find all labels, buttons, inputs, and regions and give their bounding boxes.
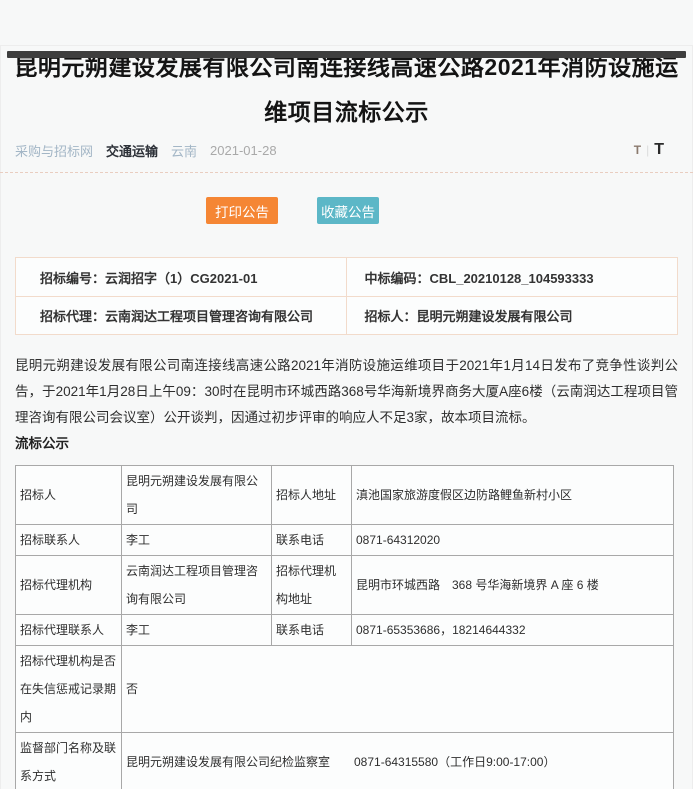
value-tenderee-address: 滇池国家旅游度假区边防路鲤鱼新村小区 (352, 466, 674, 525)
table-row: 监督部门名称及联系方式 昆明元朔建设发展有限公司纪检监察室 0871-64315… (16, 733, 674, 789)
label-agency-address: 招标代理机构地址 (272, 556, 352, 615)
label-contact-phone: 联系电话 (272, 525, 352, 556)
print-announcement-button[interactable]: 打印公告 (206, 197, 278, 224)
breadcrumb-category-link[interactable]: 交通运输 (106, 141, 158, 160)
label-agency-dishonesty-record: 招标代理机构是否在失信惩戒记录期内 (16, 646, 122, 733)
font-size-large-button[interactable]: T (654, 141, 664, 159)
value-tender-contact: 李工 (122, 525, 272, 556)
table-row: 招标联系人 李工 联系电话 0871-64312020 (16, 525, 674, 556)
font-size-controls: T | T (634, 141, 664, 159)
font-size-small-button[interactable]: T (634, 143, 641, 157)
announcement-paragraph: 昆明元朔建设发展有限公司南连接线高速公路2021年消防设施运维项目于2021年1… (15, 335, 678, 431)
breadcrumb-site-link[interactable]: 采购与招标网 (15, 141, 93, 160)
table-row: 招标代理联系人 李工 联系电话 0871-65353686，1821464433… (16, 615, 674, 646)
table-row: 招标代理机构 云南润达工程项目管理咨询有限公司 招标代理机构地址 昆明市环城西路… (16, 556, 674, 615)
label-agency-phone: 联系电话 (272, 615, 352, 646)
label-agency-contact: 招标代理联系人 (16, 615, 122, 646)
section-heading: 流标公示 (15, 431, 678, 457)
table-row: 招标代理机构是否在失信惩戒记录期内 否 (16, 646, 674, 733)
label-tender-contact: 招标联系人 (16, 525, 122, 556)
value-agency-dishonesty-record: 否 (122, 646, 674, 733)
tender-number: 招标编号：云润招字（1）CG2021-01 (16, 258, 347, 296)
page-title: 昆明元朔建设发展有限公司南连接线高速公路2021年消防设施运维项目流标公示 (12, 45, 681, 135)
value-agency-address: 昆明市环城西路 368 号华海新境界 A 座 6 楼 (352, 556, 674, 615)
value-supervision-department: 昆明元朔建设发展有限公司纪检监察室 0871-64315580（工作日9:00-… (122, 733, 674, 789)
publish-date: 2021-01-28 (210, 143, 277, 158)
value-agency-phone: 0871-65353686，18214644332 (352, 615, 674, 646)
toolbar: 打印公告 收藏公告 (0, 173, 693, 224)
breadcrumb: 采购与招标网 交通运输 云南 2021-01-28 T | T (15, 141, 678, 159)
top-dark-bar (7, 51, 686, 58)
table-row: 招标代理：云南润达工程项目管理咨询有限公司 招标人：昆明元朔建设发展有限公司 (16, 296, 677, 334)
win-bid-code: 中标编码：CBL_20210128_104593333 (347, 258, 678, 296)
favorite-announcement-button[interactable]: 收藏公告 (317, 197, 379, 224)
label-agency: 招标代理机构 (16, 556, 122, 615)
label-tenderee: 招标人 (16, 466, 122, 525)
value-agency-contact: 李工 (122, 615, 272, 646)
tender-agency: 招标代理：云南润达工程项目管理咨询有限公司 (16, 297, 347, 334)
tenderee: 招标人：昆明元朔建设发展有限公司 (347, 297, 678, 334)
font-size-divider: | (646, 143, 649, 157)
breadcrumb-region-link[interactable]: 云南 (171, 141, 197, 160)
value-agency: 云南润达工程项目管理咨询有限公司 (122, 556, 272, 615)
label-tenderee-address: 招标人地址 (272, 466, 352, 525)
announcement-page: { "page": { "title": "昆明元朔建设发展有限公司南连接线高速… (0, 45, 693, 789)
table-row: 招标编号：云润招字（1）CG2021-01 中标编码：CBL_20210128_… (16, 258, 677, 296)
failed-bid-detail-table: 招标人 昆明元朔建设发展有限公司 招标人地址 滇池国家旅游度假区边防路鲤鱼新村小… (15, 465, 674, 789)
value-tenderee: 昆明元朔建设发展有限公司 (122, 466, 272, 525)
tender-summary-table: 招标编号：云润招字（1）CG2021-01 中标编码：CBL_20210128_… (15, 257, 678, 335)
table-row: 招标人 昆明元朔建设发展有限公司 招标人地址 滇池国家旅游度假区边防路鲤鱼新村小… (16, 466, 674, 525)
value-contact-phone: 0871-64312020 (352, 525, 674, 556)
label-supervision-department: 监督部门名称及联系方式 (16, 733, 122, 789)
